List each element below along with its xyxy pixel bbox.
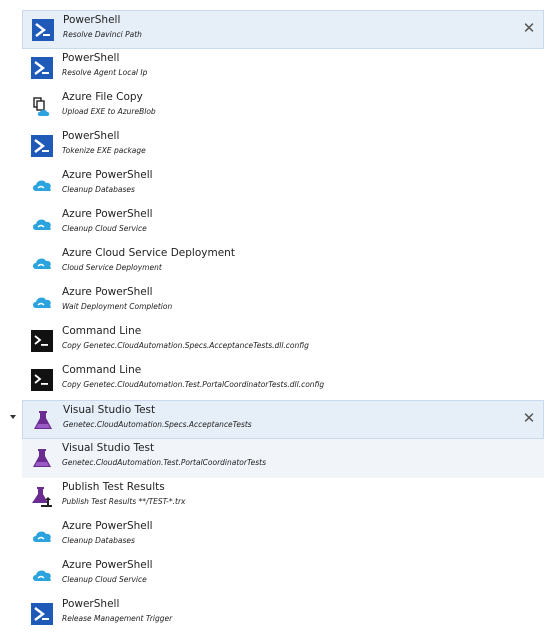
task-description: Cleanup Databases bbox=[62, 185, 135, 194]
azure-cloud-icon bbox=[31, 525, 53, 547]
task-description: Cleanup Cloud Service bbox=[62, 224, 147, 233]
task-description: Upload EXE to AzureBlob bbox=[62, 107, 156, 116]
task-description: Copy Genetec.CloudAutomation.Test.Portal… bbox=[62, 380, 325, 389]
task-item[interactable]: Azure PowerShell Cleanup Databases bbox=[22, 517, 544, 556]
command-line-icon bbox=[31, 330, 53, 352]
task-list: PowerShell Resolve Davinci Path ✕ PowerShel… bbox=[0, 10, 551, 634]
task-item[interactable]: Azure PowerShell Cleanup Databases bbox=[22, 166, 544, 205]
task-description: Genetec.CloudAutomation.Specs.Acceptance… bbox=[63, 420, 252, 429]
task-item[interactable]: Publish Test Results Publish Test Results… bbox=[22, 478, 544, 517]
azure-cloud-icon bbox=[31, 213, 53, 235]
task-name: Command Line bbox=[62, 325, 142, 337]
task-item[interactable]: PowerShell Resolve Davinci Path ✕ bbox=[22, 10, 544, 49]
azure-cloud-icon bbox=[31, 291, 53, 313]
task-item[interactable]: Visual Studio Test Genetec.CloudAutomatio… bbox=[22, 439, 544, 478]
task-item[interactable]: Azure PowerShell Cleanup Cloud Service bbox=[22, 556, 544, 595]
task-description: Cleanup Databases bbox=[62, 536, 135, 545]
task-name: Visual Studio Test bbox=[62, 442, 155, 454]
publish-test-results-icon bbox=[31, 486, 53, 508]
task-description: Cleanup Cloud Service bbox=[62, 575, 147, 584]
task-name: Command Line bbox=[62, 364, 142, 376]
task-name: PowerShell bbox=[63, 14, 121, 26]
task-name: Azure PowerShell bbox=[62, 520, 153, 532]
task-item[interactable]: PowerShell Release Management Trigger bbox=[22, 595, 544, 634]
task-name: Visual Studio Test bbox=[63, 404, 156, 416]
task-item[interactable]: Visual Studio Test Genetec.CloudAutomatio… bbox=[22, 400, 544, 439]
task-item[interactable]: Azure File Copy Upload EXE to AzureBlob bbox=[22, 88, 544, 127]
task-name: PowerShell bbox=[62, 598, 120, 610]
visual-studio-test-icon bbox=[31, 447, 53, 469]
visual-studio-test-icon bbox=[32, 409, 54, 431]
remove-task-button[interactable]: ✕ bbox=[521, 19, 537, 37]
task-name: Azure PowerShell bbox=[62, 559, 153, 571]
task-name: Azure File Copy bbox=[62, 91, 143, 103]
task-description: Resolve Agent Local Ip bbox=[62, 68, 148, 77]
task-description: Release Management Trigger bbox=[62, 614, 173, 623]
task-item[interactable]: Azure PowerShell Wait Deployment Completi… bbox=[22, 283, 544, 322]
azure-cloud-icon bbox=[31, 174, 53, 196]
task-name: Azure PowerShell bbox=[62, 169, 153, 181]
remove-task-button[interactable]: ✕ bbox=[521, 409, 537, 427]
task-name: PowerShell bbox=[62, 130, 120, 142]
task-item[interactable]: PowerShell Resolve Agent Local Ip bbox=[22, 49, 544, 88]
task-description: Genetec.CloudAutomation.Test.PortalCoord… bbox=[62, 458, 266, 467]
task-name: Azure PowerShell bbox=[62, 286, 153, 298]
task-description: Tokenize EXE package bbox=[62, 146, 146, 155]
task-item[interactable]: Azure Cloud Service Deployment Cloud Serv… bbox=[22, 244, 544, 283]
powershell-icon bbox=[32, 19, 54, 41]
powershell-icon bbox=[31, 603, 53, 625]
task-name: Publish Test Results bbox=[62, 481, 165, 493]
task-item[interactable]: Azure PowerShell Cleanup Cloud Service bbox=[22, 205, 544, 244]
powershell-icon bbox=[31, 57, 53, 79]
task-description: Publish Test Results **/TEST-*.trx bbox=[62, 497, 186, 506]
task-item[interactable]: Command Line Copy Genetec.CloudAutomation… bbox=[22, 361, 544, 400]
task-name: Azure Cloud Service Deployment bbox=[62, 247, 235, 259]
task-description: Copy Genetec.CloudAutomation.Specs.Accep… bbox=[62, 341, 309, 350]
command-line-icon bbox=[31, 369, 53, 391]
powershell-icon bbox=[31, 135, 53, 157]
task-name: PowerShell bbox=[62, 52, 120, 64]
task-item[interactable]: Command Line Copy Genetec.CloudAutomation… bbox=[22, 322, 544, 361]
task-description: Wait Deployment Completion bbox=[62, 302, 173, 311]
task-description: Resolve Davinci Path bbox=[63, 30, 142, 39]
task-name: Azure PowerShell bbox=[62, 208, 153, 220]
task-item[interactable]: PowerShell Tokenize EXE package bbox=[22, 127, 544, 166]
azure-cloud-icon bbox=[31, 252, 53, 274]
azure-file-copy-icon bbox=[31, 96, 53, 118]
azure-cloud-icon bbox=[31, 564, 53, 586]
task-description: Cloud Service Deployment bbox=[62, 263, 162, 272]
